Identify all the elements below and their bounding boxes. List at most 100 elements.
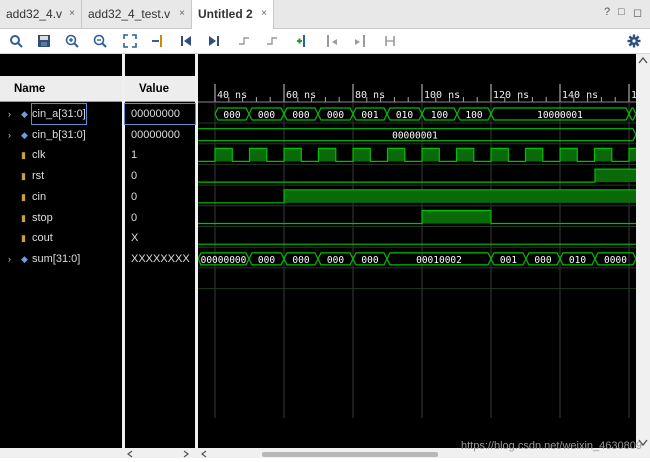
tab-add32-4-v[interactable]: add32_4.v × [0, 0, 82, 28]
search-icon[interactable] [6, 31, 26, 51]
bus-signal-icon: ◆ [21, 253, 28, 264]
clk-wave-high-fill [525, 148, 543, 162]
clk-wave-high-fill [422, 148, 440, 162]
cin-a-wave-value-label: 100 [465, 110, 482, 121]
add-marker-icon[interactable] [292, 31, 312, 51]
signal-name: stop [32, 211, 53, 224]
signal-name: cin_a[31:0] [31, 103, 87, 125]
signal-row-cin[interactable]: ▮ cin [0, 187, 122, 207]
tab-label: add32_4.v [6, 7, 63, 21]
go-to-cursor-icon[interactable] [148, 31, 168, 51]
signal-row-clk[interactable]: ▮ clk [0, 145, 122, 165]
close-icon[interactable]: × [69, 0, 75, 28]
sum-wave-value-label: 000 [258, 255, 275, 266]
next-marker-icon[interactable] [350, 31, 370, 51]
previous-transition-icon[interactable] [234, 31, 254, 51]
signal-value: 0 [131, 190, 138, 203]
signal-name: sum[31:0] [32, 252, 81, 265]
help-icon[interactable]: ? [604, 6, 610, 18]
sum-wave-value-label: 000 [361, 255, 378, 266]
signal-row-sum[interactable]: › ◆ sum[31:0] [0, 249, 122, 269]
tab-add32-4-test-v[interactable]: add32_4_test.v × [82, 0, 192, 28]
cin-wave-high-fill [284, 189, 636, 203]
value-column-header[interactable]: Value [125, 76, 195, 102]
cin-a-wave-value-label: 000 [292, 110, 309, 121]
waveform-toolbar [0, 29, 650, 54]
clk-wave-high-fill [629, 148, 636, 162]
next-transition-icon[interactable] [262, 31, 282, 51]
clk-wave-high-fill [594, 148, 612, 162]
signal-name: clk [32, 149, 46, 162]
expand-chevron-icon[interactable]: › [8, 249, 11, 269]
clk-wave-high-fill [353, 148, 371, 162]
signal-value: X [131, 232, 139, 245]
signal-row-stop[interactable]: ▮ stop [0, 208, 122, 228]
ruler-label: 120 ns [493, 90, 529, 101]
gear-icon[interactable] [624, 31, 644, 51]
sum-wave-value-label: 00010002 [416, 255, 462, 266]
vertical-scrollbar[interactable] [636, 54, 650, 448]
sum-wave-value-label: 000 [327, 255, 344, 266]
waveform-viewer: Name Value › ◆ cin_a[31:0] 00000000 › ◆ cin_b[… [0, 54, 650, 458]
ruler-label: 40 ns [217, 90, 247, 101]
wire-signal-icon: ▮ [21, 212, 26, 223]
stop-wave-high-fill [422, 210, 491, 224]
zoom-fit-icon[interactable] [120, 31, 140, 51]
waveform-canvas[interactable]: 40 ns 60 ns 80 ns 100 ns 120 ns 140 ns 1000 000… [198, 54, 636, 458]
ruler-label: 100 ns [424, 90, 460, 101]
restore-icon[interactable]: □ [618, 6, 625, 18]
cin-a-wave-value-label: 100 [431, 110, 448, 121]
maximize-icon[interactable]: ◻ [633, 6, 642, 19]
swap-cursors-icon[interactable] [380, 31, 400, 51]
sum-wave-value-label: 000 [292, 255, 309, 266]
bus-signal-icon: ◆ [21, 109, 28, 119]
signal-row-cout[interactable]: ▮ cout [0, 228, 122, 248]
tab-label: Untitled 2 [198, 7, 253, 21]
stop-wave [198, 209, 636, 225]
expand-chevron-icon[interactable]: › [8, 125, 11, 145]
wire-signal-icon: ▮ [21, 233, 26, 244]
rst-wave [198, 168, 636, 183]
signal-row-cin-a[interactable]: › ◆ cin_a[31:0] [0, 103, 122, 125]
clk-wave-high-fill [249, 148, 267, 162]
signal-row-cin-b[interactable]: › ◆ cin_b[31:0] [0, 125, 122, 145]
clk-wave-high-fill [318, 148, 336, 162]
signal-value: 0 [131, 211, 138, 224]
ruler-label: 140 ns [562, 90, 598, 101]
go-to-end-icon[interactable] [204, 31, 224, 51]
sum-wave-value-label: 0000 [604, 255, 627, 266]
cin-a-wave-value-label: 010 [396, 110, 413, 121]
sum-wave-value-label: 00000000 [201, 255, 247, 266]
signal-row-rst[interactable]: ▮ rst [0, 166, 122, 186]
clk-wave-high-fill [387, 148, 405, 162]
close-icon[interactable]: × [261, 0, 267, 28]
sum-wave-value-label: 001 [500, 255, 517, 266]
zoom-in-icon[interactable] [62, 31, 82, 51]
clk-wave-high-fill [284, 148, 302, 162]
clk-wave-high-fill [491, 148, 509, 162]
cin-a-wave-value-label: 000 [327, 110, 344, 121]
signal-name: cin_b[31:0] [32, 128, 86, 141]
zoom-out-icon[interactable] [90, 31, 110, 51]
save-icon[interactable] [34, 31, 54, 51]
go-to-start-icon[interactable] [176, 31, 196, 51]
previous-marker-icon[interactable] [322, 31, 342, 51]
sum-wave-value-label: 000 [534, 255, 551, 266]
cin-a-wave-value-label: 10000001 [537, 110, 583, 121]
wire-signal-icon: ▮ [21, 171, 26, 182]
close-icon[interactable]: × [179, 0, 185, 28]
name-column-header[interactable]: Name [0, 76, 122, 102]
expand-chevron-icon[interactable]: › [8, 104, 11, 124]
ruler-label: 80 ns [355, 90, 385, 101]
sum-wave-value-label: 010 [569, 255, 586, 266]
ruler-label: 60 ns [286, 90, 316, 101]
wire-signal-icon: ▮ [21, 191, 26, 202]
clk-wave-high-fill [215, 148, 233, 162]
cin-a-wave-segment [628, 107, 636, 121]
editor-tab-bar: add32_4.v × add32_4_test.v × Untitled 2 … [0, 0, 650, 29]
wire-signal-icon: ▮ [21, 150, 26, 161]
cin-a-wave-value-label: 000 [223, 110, 240, 121]
cin-b-wave-value-label: 00000001 [392, 131, 438, 142]
tab-untitled-2[interactable]: Untitled 2 × [192, 0, 274, 29]
name-panel-top [0, 54, 122, 76]
